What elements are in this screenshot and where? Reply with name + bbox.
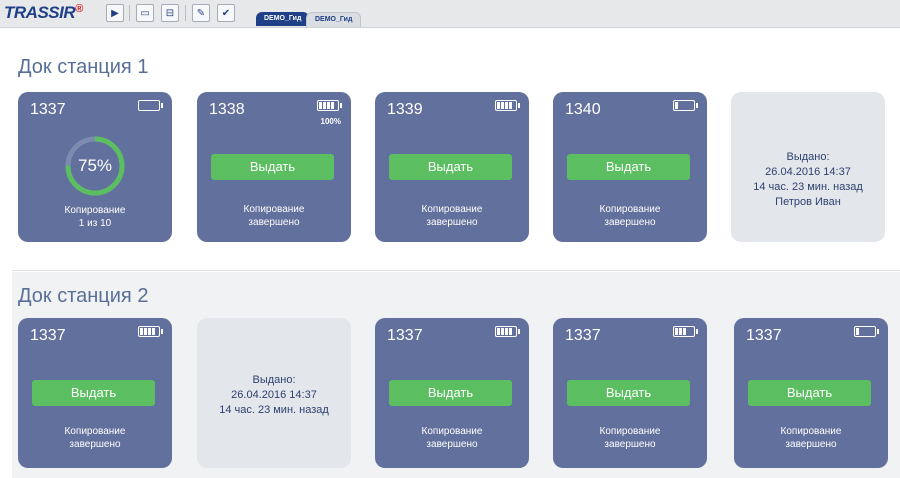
battery-full-icon <box>138 326 163 337</box>
device-id: 1337 <box>387 327 423 344</box>
device-id: 1338 <box>209 101 245 118</box>
status-line: завершено <box>426 439 478 450</box>
tab-demo[interactable]: DEMO_Гид <box>306 12 362 27</box>
battery-low-icon <box>854 326 879 337</box>
device-card[interactable]: 1338 100% Выдать Копирование завершено <box>197 92 351 242</box>
device-card[interactable]: 1337 Выдать Копирование завершено <box>18 318 172 468</box>
issue-button[interactable]: Выдать <box>389 154 512 180</box>
device-id: 1337 <box>565 327 601 344</box>
toolbar-separator <box>185 5 186 21</box>
section-divider <box>12 270 900 271</box>
battery-full-icon <box>495 100 520 111</box>
device-card[interactable]: 1339 Выдать Копирование завершено <box>375 92 529 242</box>
layout-icon[interactable]: ⊟ <box>161 4 179 22</box>
issue-button[interactable]: Выдать <box>211 154 334 180</box>
issue-button[interactable]: Выдать <box>567 380 690 406</box>
device-card[interactable]: 1337 Выдать Копирование завершено <box>375 318 529 468</box>
issued-ago: 14 час. 23 мин. назад <box>753 181 863 193</box>
edit-icon[interactable]: ✔ <box>217 4 235 22</box>
device-id: 1339 <box>387 101 423 118</box>
issue-button[interactable]: Выдать <box>32 380 155 406</box>
issued-ago: 14 час. 23 мин. назад <box>219 404 329 416</box>
battery-full-icon <box>317 100 342 111</box>
top-toolbar: TRASSIR® ▶ ▭ ⊟ ✎ ✔ DEMO_Гид DEMO_Гид <box>0 0 900 28</box>
status-line: завершено <box>604 217 656 228</box>
issued-label: Выдано: <box>252 374 296 386</box>
progress-percent: 75% <box>77 156 113 175</box>
station-2-title: Док станция 2 <box>18 285 149 307</box>
issued-card[interactable]: Выдано: 26.04.2016 14:37 14 час. 23 мин.… <box>197 318 351 468</box>
battery-three-quarter-icon <box>673 326 698 337</box>
device-card[interactable]: 1340 Выдать Копирование завершено <box>553 92 707 242</box>
device-id: 1337 <box>30 101 66 118</box>
issued-label: Выдано: <box>786 151 830 163</box>
battery-low-icon <box>673 100 698 111</box>
device-card[interactable]: 1337 Выдать Копирование завершено <box>553 318 707 468</box>
battery-empty-icon <box>138 100 163 111</box>
device-id: 1337 <box>30 327 66 344</box>
issued-datetime: 26.04.2016 14:37 <box>231 389 317 401</box>
status-line: Копирование <box>243 204 305 215</box>
issue-button[interactable]: Выдать <box>389 380 512 406</box>
play-icon[interactable]: ▶ <box>106 4 124 22</box>
status-line: Копирование <box>64 426 126 437</box>
status-line: завершено <box>426 217 478 228</box>
status-line: Копирование <box>599 204 661 215</box>
status-line: завершено <box>69 439 121 450</box>
status-line: завершено <box>604 439 656 450</box>
trassir-logo: TRASSIR® <box>4 3 83 22</box>
status-line: 1 из 10 <box>78 218 112 229</box>
status-line: Копирование <box>599 426 661 437</box>
device-card[interactable]: 1337 Выдать Копирование завершено <box>734 318 888 468</box>
issue-button[interactable]: Выдать <box>567 154 690 180</box>
station-1-title: Док станция 1 <box>18 56 149 78</box>
issued-datetime: 26.04.2016 14:37 <box>765 166 851 178</box>
device-card[interactable]: 1337 75% Копирование 1 из 10 <box>18 92 172 242</box>
issue-button[interactable]: Выдать <box>748 380 871 406</box>
wand-icon[interactable]: ✎ <box>192 4 210 22</box>
status-line: завершено <box>248 217 300 228</box>
issued-user: Петров Иван <box>775 196 841 208</box>
battery-percent: 100% <box>320 117 341 126</box>
tab-demo-active[interactable]: DEMO_Гид <box>256 12 310 26</box>
status-line: Копирование <box>421 426 483 437</box>
status-line: завершено <box>785 439 837 450</box>
device-id: 1340 <box>565 101 601 118</box>
status-line: Копирование <box>780 426 842 437</box>
device-id: 1337 <box>746 327 782 344</box>
status-line: Копирование <box>421 204 483 215</box>
status-line: Копирование <box>64 205 126 216</box>
issued-card[interactable]: Выдано: 26.04.2016 14:37 14 час. 23 мин.… <box>731 92 885 242</box>
battery-full-icon <box>495 326 520 337</box>
toolbar-separator <box>129 5 130 21</box>
chat-icon[interactable]: ▭ <box>136 4 154 22</box>
